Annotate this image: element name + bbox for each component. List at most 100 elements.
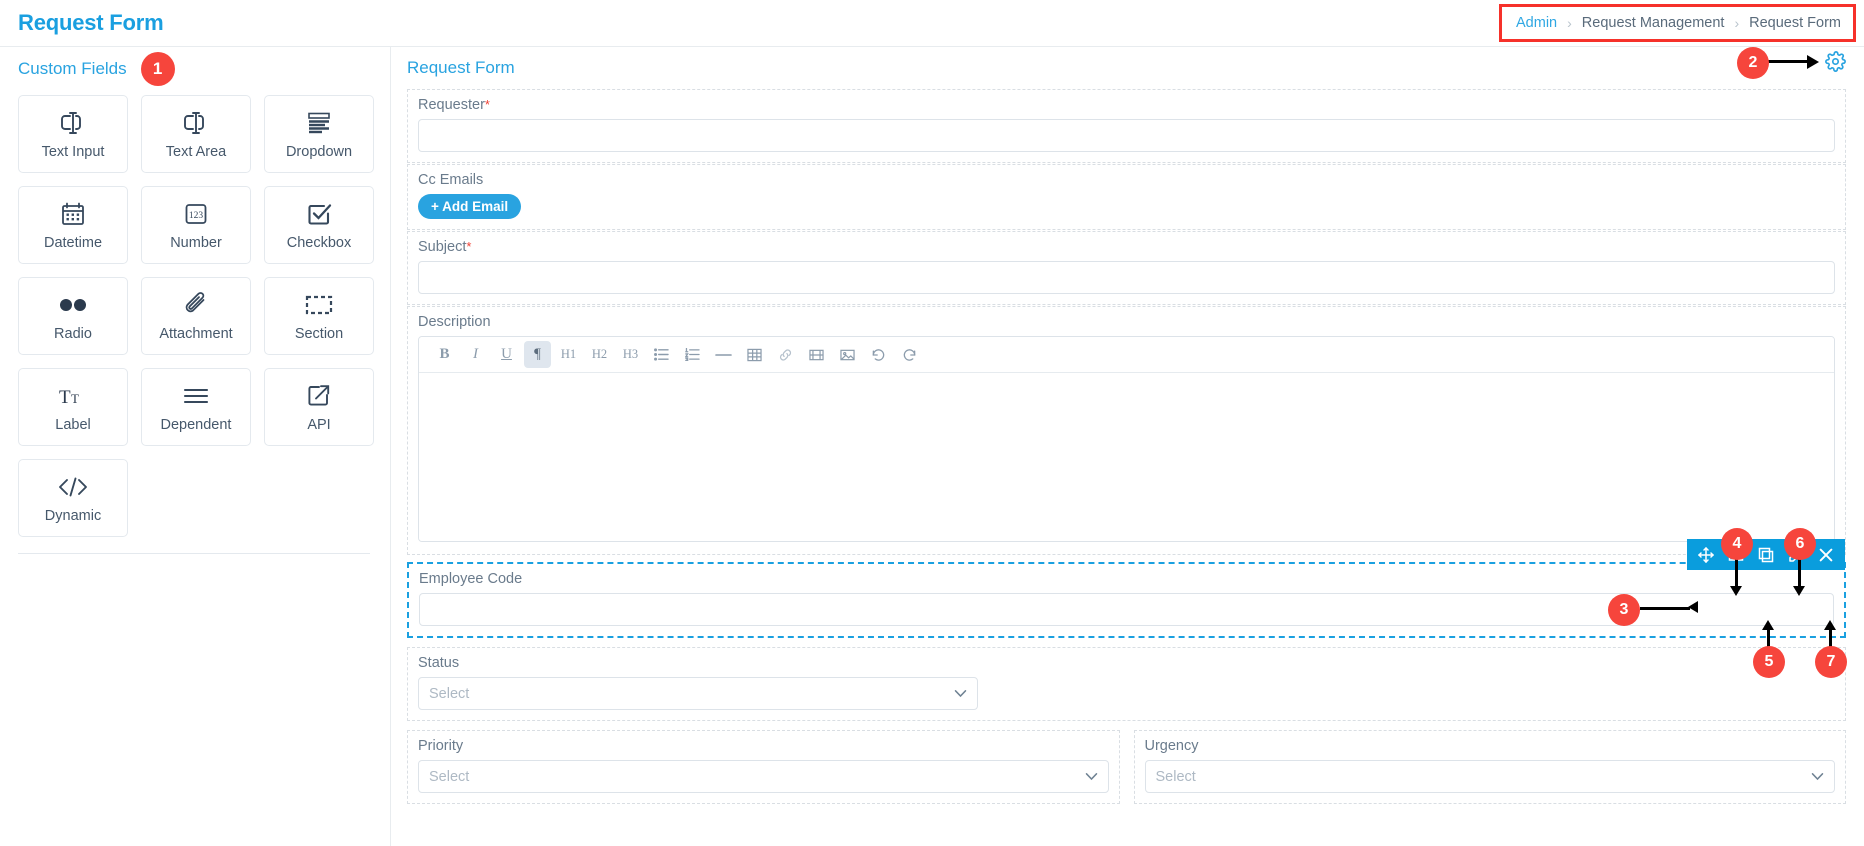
dropdown-icon xyxy=(305,109,333,137)
priority-select[interactable]: Select xyxy=(418,760,1109,793)
form-title: Request Form xyxy=(407,58,515,77)
rich-text-editor[interactable]: B I U ¶ H1 H2 H3 xyxy=(418,336,1835,542)
field-card-label[interactable]: T T Label xyxy=(18,368,128,446)
field-card-attachment[interactable]: Attachment xyxy=(141,277,251,355)
form-canvas: Request Form Requester* Cc Emails + Add … xyxy=(390,47,1864,846)
heading-1-icon[interactable]: H1 xyxy=(555,341,582,368)
field-card-dropdown[interactable]: Dropdown xyxy=(264,95,374,173)
field-card-label: Label xyxy=(55,416,91,433)
callout-head-4 xyxy=(1730,586,1742,596)
paragraph-icon[interactable]: ¶ xyxy=(524,341,551,368)
form-header: Request Form xyxy=(407,47,1846,89)
svg-text:T: T xyxy=(59,387,71,408)
field-label: Urgency xyxy=(1144,738,1199,754)
field-card-section[interactable]: Section xyxy=(264,277,374,355)
field-card-datetime[interactable]: Datetime xyxy=(18,186,128,264)
field-card-label: Text Area xyxy=(165,143,227,160)
urgency-select[interactable]: Select xyxy=(1144,760,1835,793)
urgency-select-value: Select xyxy=(1155,768,1196,785)
callout-line-3 xyxy=(1640,607,1690,610)
form-field-priority[interactable]: Priority Select xyxy=(407,730,1120,804)
field-card-label: Number xyxy=(170,234,222,251)
chevron-down-icon xyxy=(954,689,967,698)
field-card-text-input[interactable]: Text Input xyxy=(18,95,128,173)
svg-text:123: 123 xyxy=(189,211,204,221)
field-label: Status xyxy=(418,655,460,671)
underline-icon[interactable]: U xyxy=(493,341,520,368)
add-email-button[interactable]: + Add Email xyxy=(418,194,522,219)
callout-badge-4: 4 xyxy=(1721,528,1753,560)
custom-fields-title: Custom Fields xyxy=(18,59,127,78)
requester-input[interactable] xyxy=(418,119,1835,152)
field-card-label: API xyxy=(307,416,331,433)
field-action-toolbar xyxy=(1687,539,1845,570)
breadcrumb-item-request-management[interactable]: Request Management xyxy=(1582,15,1725,31)
number-123-icon: 123 xyxy=(183,200,209,228)
field-card-number[interactable]: 123 Number xyxy=(141,186,251,264)
field-card-dependent[interactable]: Dependent xyxy=(141,368,251,446)
gear-icon[interactable] xyxy=(1825,51,1846,72)
field-card-label: Section xyxy=(294,325,344,342)
duplicate-icon[interactable] xyxy=(1753,542,1779,568)
field-card-radio[interactable]: Radio xyxy=(18,277,128,355)
external-link-icon xyxy=(306,382,332,410)
form-field-urgency[interactable]: Urgency Select xyxy=(1133,730,1846,804)
breadcrumb-item-admin[interactable]: Admin xyxy=(1516,15,1557,31)
callout-head-7 xyxy=(1824,620,1836,630)
priority-urgency-row: Priority Select Urgency Select xyxy=(407,730,1846,805)
chevron-right-icon: › xyxy=(1567,15,1572,31)
field-card-label: Checkbox xyxy=(286,234,352,251)
video-icon[interactable] xyxy=(803,341,830,368)
status-select[interactable]: Select xyxy=(418,677,978,710)
priority-select-value: Select xyxy=(429,768,470,785)
field-card-label: Radio xyxy=(54,325,92,342)
status-select-value: Select xyxy=(429,685,470,702)
text-area-icon xyxy=(181,109,211,137)
breadcrumb: Admin › Request Management › Request For… xyxy=(1499,4,1856,42)
radio-dots-icon xyxy=(56,291,90,319)
custom-fields-panel: Custom Fields 1 Text Input Text Area Dro… xyxy=(0,47,388,846)
move-icon[interactable] xyxy=(1693,542,1719,568)
horizontal-rule-icon[interactable] xyxy=(710,341,737,368)
field-card-checkbox[interactable]: Checkbox xyxy=(264,186,374,264)
field-card-api[interactable]: API xyxy=(264,368,374,446)
redo-icon[interactable] xyxy=(896,341,923,368)
subject-input[interactable] xyxy=(418,261,1835,294)
editor-content-area[interactable] xyxy=(419,373,1834,541)
heading-3-icon[interactable]: H3 xyxy=(617,341,644,368)
field-label: Priority xyxy=(418,738,464,754)
heading-2-icon[interactable]: H2 xyxy=(586,341,613,368)
form-field-status[interactable]: Status Select xyxy=(407,647,1846,721)
field-card-dynamic[interactable]: Dynamic xyxy=(18,459,128,537)
image-icon[interactable] xyxy=(834,341,861,368)
code-brackets-icon xyxy=(57,473,89,501)
undo-icon[interactable] xyxy=(865,341,892,368)
form-field-subject[interactable]: Subject* xyxy=(407,231,1846,305)
field-card-text-area[interactable]: Text Area xyxy=(141,95,251,173)
field-card-label: Attachment xyxy=(159,325,233,342)
field-label: Cc Emails xyxy=(418,172,484,188)
field-card-label: Dropdown xyxy=(285,143,353,160)
chevron-down-icon xyxy=(1085,772,1098,781)
panel-divider xyxy=(18,553,370,554)
callout-badge-3: 3 xyxy=(1608,594,1640,626)
callout-head-6 xyxy=(1793,586,1805,596)
callout-arrow-2 xyxy=(1765,54,1819,69)
chevron-right-icon: › xyxy=(1734,15,1740,31)
custom-fields-header: Custom Fields 1 xyxy=(14,47,374,91)
field-card-label: Dependent xyxy=(160,416,232,433)
bold-icon[interactable]: B xyxy=(431,341,458,368)
field-label: Description xyxy=(418,314,491,330)
form-field-description[interactable]: Description B I U ¶ H1 H2 H3 xyxy=(407,306,1846,570)
italic-icon[interactable]: I xyxy=(462,341,489,368)
bullet-list-icon[interactable] xyxy=(648,341,675,368)
form-field-requester[interactable]: Requester* xyxy=(407,89,1846,163)
table-icon[interactable] xyxy=(741,341,768,368)
close-icon[interactable] xyxy=(1813,542,1839,568)
numbered-list-icon[interactable] xyxy=(679,341,706,368)
link-icon[interactable] xyxy=(772,341,799,368)
callout-line-4 xyxy=(1735,556,1738,588)
form-field-cc-emails[interactable]: Cc Emails + Add Email xyxy=(407,164,1846,230)
callout-badge-7: 7 xyxy=(1815,646,1847,678)
callout-badge-5: 5 xyxy=(1753,646,1785,678)
